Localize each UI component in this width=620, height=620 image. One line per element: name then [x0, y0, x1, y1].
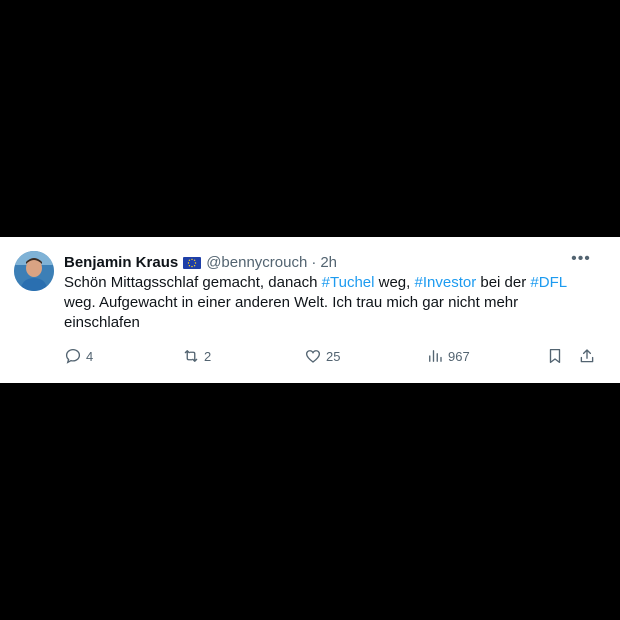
hashtag-dfl[interactable]: #DFL	[530, 274, 566, 291]
tweet-text-part: weg,	[374, 274, 415, 291]
reply-button[interactable]: 4	[64, 347, 93, 365]
views-button[interactable]: 967	[426, 347, 470, 365]
heart-icon	[305, 350, 321, 363]
separator-dot: ·	[311, 253, 317, 271]
bookmark-button[interactable]	[546, 347, 564, 365]
view-count: 967	[448, 348, 470, 364]
more-options-icon[interactable]: •••	[570, 250, 592, 270]
author-name[interactable]: Benjamin Kraus	[64, 254, 178, 271]
analytics-icon	[429, 350, 442, 362]
reply-icon	[65, 348, 81, 364]
reply-count: 4	[86, 348, 94, 364]
tweet-text-part: Schön Mittagsschlaf gemacht, danach	[64, 274, 322, 291]
eu-flag-icon	[183, 256, 202, 269]
avatar[interactable]	[14, 251, 54, 291]
tweet-text-part: weg. Aufgewacht in einer anderen Welt. I…	[64, 294, 519, 331]
repost-button[interactable]: 2	[182, 347, 211, 365]
bookmark-icon	[549, 348, 561, 364]
hashtag-tuchel[interactable]: #Tuchel	[322, 274, 375, 291]
repost-count: 2	[204, 348, 212, 364]
repost-icon	[184, 350, 198, 362]
tweet-text-part: bei der	[476, 274, 531, 291]
hashtag-investor[interactable]: #Investor	[415, 274, 477, 291]
share-button[interactable]	[578, 347, 596, 365]
tweet-card[interactable]: Benjamin Kraus @bennycrouch · 2h ••• Sch…	[0, 237, 620, 383]
tweet-text: Schön Mittagsschlaf gemacht, danach #Tuc…	[64, 273, 594, 333]
like-count: 25	[326, 348, 341, 364]
share-icon	[580, 349, 594, 363]
like-button[interactable]: 25	[304, 347, 340, 365]
author-handle[interactable]: @bennycrouch	[206, 254, 307, 271]
tweet-time[interactable]: 2h	[320, 254, 337, 271]
action-bar: 4 2 25 967	[60, 347, 605, 369]
